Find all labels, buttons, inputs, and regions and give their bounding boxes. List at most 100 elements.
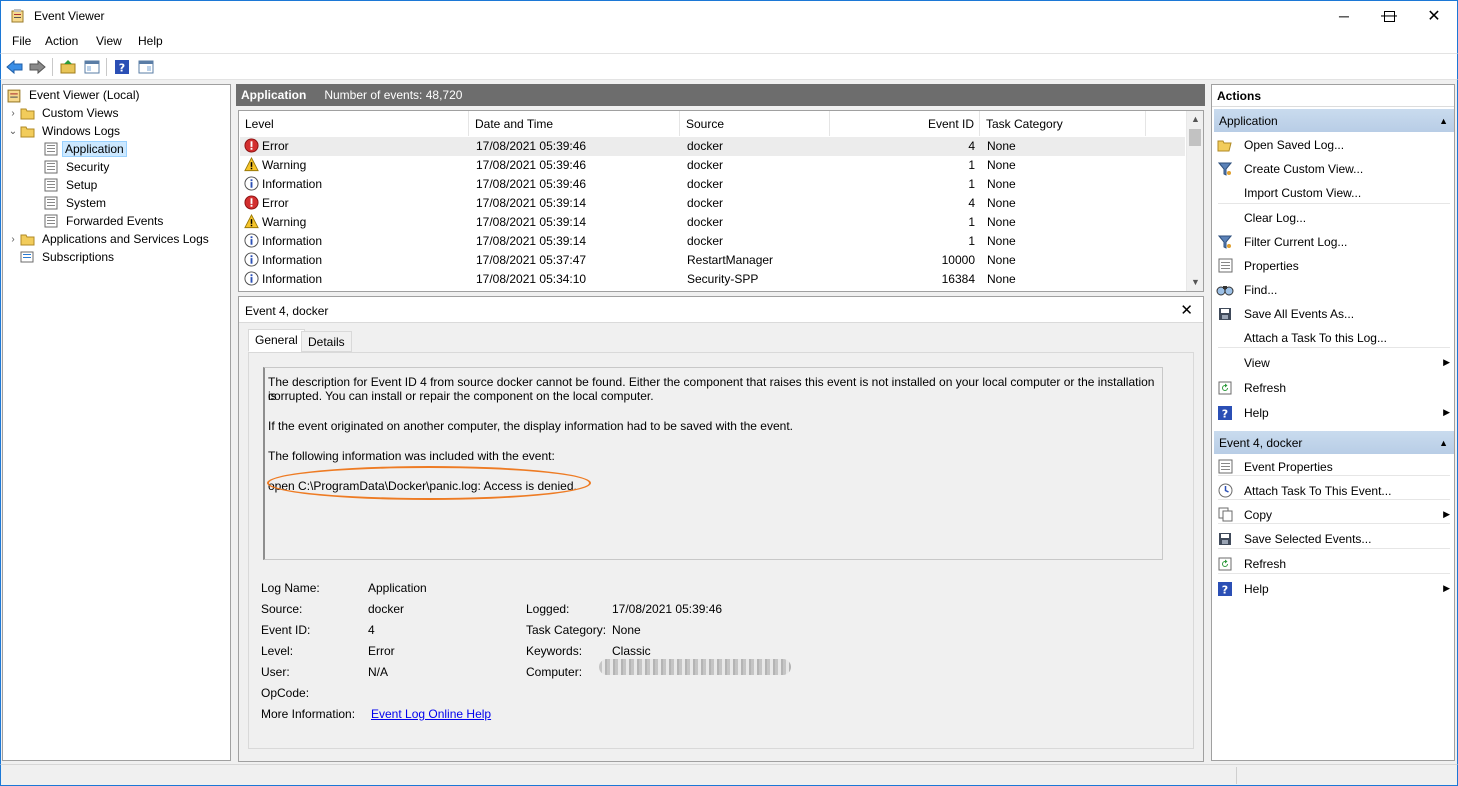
tree-item-system[interactable]: System [43, 194, 110, 212]
col-header-event-id[interactable]: Event ID [830, 111, 980, 136]
close-button[interactable]: ✕ [1411, 1, 1457, 31]
event-action-copy[interactable]: Copy ▶ [1216, 503, 1452, 526]
actions-group-event[interactable]: Event 4, docker ▲ [1214, 431, 1454, 454]
tree-item-subscriptions[interactable]: Subscriptions [19, 248, 118, 266]
event-action-attach-task-to-this-event[interactable]: Attach Task To This Event... [1216, 479, 1452, 502]
action-properties[interactable]: Properties [1216, 254, 1452, 277]
cell-event-id: 16384 [941, 272, 975, 286]
table-row[interactable]: Information 17/08/2021 05:34:10 Security-S… [240, 270, 1185, 289]
folder-up-icon [60, 60, 76, 74]
clear-log-icon [1216, 209, 1234, 227]
find-icon [1216, 281, 1234, 299]
events-scrollbar[interactable]: ▲ ▼ [1186, 111, 1203, 291]
collapse-icon[interactable]: ▲ [1439, 116, 1448, 126]
up-folder-button[interactable] [58, 57, 78, 77]
forward-button[interactable] [27, 57, 47, 77]
attach-task-event-icon [1216, 482, 1234, 500]
action-clear-log[interactable]: Clear Log... [1216, 206, 1452, 229]
information-icon [244, 233, 259, 248]
show-hide-action-pane-button[interactable] [136, 57, 156, 77]
table-row[interactable]: Information 17/08/2021 05:39:46 docker 1 Non… [240, 175, 1185, 194]
cell-level: Error [262, 196, 289, 210]
action-view[interactable]: View ▶ [1216, 351, 1452, 374]
information-icon [244, 271, 259, 286]
show-hide-tree-button[interactable] [82, 57, 102, 77]
scroll-down-icon[interactable]: ▼ [1191, 277, 1200, 287]
scroll-thumb[interactable] [1189, 129, 1201, 146]
table-row[interactable]: Error 17/08/2021 05:39:46 docker 4 None [240, 137, 1185, 156]
collapse-icon[interactable]: ▲ [1439, 438, 1448, 448]
close-detail-icon[interactable]: ✕ [1180, 301, 1193, 319]
table-row[interactable]: Error 17/08/2021 05:39:14 docker 4 None [240, 194, 1185, 213]
maximize-button[interactable] [1366, 1, 1412, 31]
events-table: Level Date and Time Source Event ID Task… [238, 110, 1204, 292]
action-find[interactable]: Find... [1216, 278, 1452, 301]
event-log-online-help-link[interactable]: Event Log Online Help [371, 707, 491, 721]
cell-level: Warning [262, 215, 307, 229]
action-filter-current-log[interactable]: Filter Current Log... [1216, 230, 1452, 253]
tree-item-security[interactable]: Security [43, 158, 113, 176]
table-row[interactable]: Warning 17/08/2021 05:39:46 docker 1 None [240, 156, 1185, 175]
event-viewer-icon [6, 87, 22, 103]
table-row[interactable]: Warning 17/08/2021 05:39:14 docker 1 None [240, 213, 1185, 232]
action-import-custom-view[interactable]: Import Custom View... [1216, 181, 1452, 204]
tree-item-custom-views[interactable]: › Custom Views [7, 104, 122, 122]
tree-item-event-viewer-local[interactable]: Event Viewer (Local) [6, 86, 144, 104]
filter-icon [1216, 233, 1234, 251]
menu-view[interactable]: View [96, 34, 122, 48]
detail-header: Event 4, docker ✕ [239, 297, 1203, 323]
chevron-right-icon[interactable]: › [7, 234, 19, 245]
col-header-source[interactable]: Source [680, 111, 830, 136]
action-create-custom-view[interactable]: Create Custom View... [1216, 157, 1452, 180]
toolbar: ? [0, 53, 1458, 80]
submenu-arrow-icon: ▶ [1443, 407, 1450, 417]
tab-general[interactable]: General [248, 329, 305, 352]
label-opcode: OpCode: [261, 686, 310, 700]
event-properties-icon [1216, 458, 1234, 476]
tree-item-windows-logs[interactable]: ⌄ Windows Logs [7, 122, 124, 140]
action-refresh[interactable]: Refresh [1216, 376, 1452, 399]
menu-action[interactable]: Action [45, 34, 78, 48]
action-help[interactable]: ? Help ▶ [1216, 401, 1452, 424]
cell-task-category: None [987, 139, 1016, 153]
copy-icon [1216, 506, 1234, 524]
tree-item-setup[interactable]: Setup [43, 176, 101, 194]
table-row[interactable]: Information 17/08/2021 05:37:47 RestartMan… [240, 251, 1185, 270]
menu-bar: File Action View Help [0, 31, 1458, 53]
status-divider [1236, 767, 1237, 784]
log-icon [43, 177, 59, 193]
table-row[interactable]: Information 17/08/2021 05:39:14 docker 1 Non… [240, 232, 1185, 251]
back-button[interactable] [5, 57, 25, 77]
action-save-all-events-as[interactable]: Save All Events As... [1216, 302, 1452, 325]
menu-help[interactable]: Help [138, 34, 163, 48]
cell-source: Security-SPP [687, 272, 759, 286]
minimize-button-2[interactable]: ─ [1321, 1, 1367, 31]
tab-details[interactable]: Details [301, 331, 352, 352]
open-folder-icon [1216, 136, 1234, 154]
col-header-level[interactable]: Level [239, 111, 469, 136]
tree-item-application[interactable]: Application [43, 140, 127, 158]
event-action-refresh[interactable]: Refresh [1216, 552, 1452, 575]
toolbar-separator [106, 58, 107, 76]
action-attach-a-task-to-this-log[interactable]: Attach a Task To this Log... [1216, 326, 1452, 349]
chevron-down-icon[interactable]: ⌄ [7, 126, 19, 137]
col-header-date-time[interactable]: Date and Time [469, 111, 680, 136]
log-name-title: Application [241, 88, 307, 102]
action-open-saved-log[interactable]: Open Saved Log... [1216, 133, 1452, 156]
cell-task-category: None [987, 272, 1016, 286]
cell-level: Warning [262, 158, 307, 172]
menu-file[interactable]: File [12, 34, 31, 48]
chevron-right-icon[interactable]: › [7, 108, 19, 119]
col-header-task-category[interactable]: Task Category [980, 111, 1146, 136]
event-action-event-properties[interactable]: Event Properties [1216, 455, 1452, 478]
help-button[interactable]: ? [112, 57, 132, 77]
tree-item-applications-services-logs[interactable]: › Applications and Services Logs [7, 230, 213, 248]
scroll-up-icon[interactable]: ▲ [1191, 114, 1200, 124]
event-action-help[interactable]: ? Help ▶ [1216, 577, 1452, 600]
subscriptions-icon [19, 249, 35, 265]
submenu-arrow-icon: ▶ [1443, 583, 1450, 593]
event-action-save-selected-events[interactable]: Save Selected Events... [1216, 527, 1452, 550]
tree-item-forwarded-events[interactable]: Forwarded Events [43, 212, 167, 230]
actions-group-application[interactable]: Application ▲ [1214, 109, 1454, 132]
redacted-computer-name [599, 659, 791, 675]
